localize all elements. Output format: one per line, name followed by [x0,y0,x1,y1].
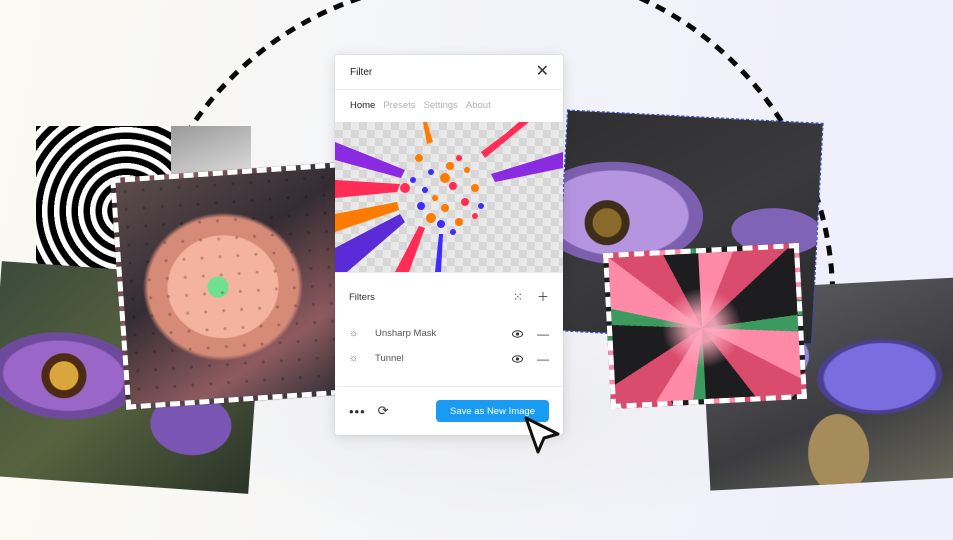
filter-row-actions: — [512,328,549,340]
panel-title: Filter [350,66,373,78]
tab-about[interactable]: About [466,100,491,111]
filter-name: Tunnel [375,353,404,364]
hex-mesh-overlay [115,167,351,405]
filters-section: Filters ⁙ ＋ ☼ Unsharp Mask — ☼ Tunnel — [335,272,563,371]
hexagon-pixelate-image [110,162,356,410]
footer-left-actions: ••• ⟳ [349,403,389,419]
filter-row-tunnel[interactable]: ☼ Tunnel — [335,346,563,371]
eye-icon[interactable] [512,353,523,365]
plus-icon[interactable]: ＋ [537,291,549,303]
filter-name: Unsharp Mask [375,328,437,339]
panel-header: Filter ✕ [335,55,563,90]
preview-artwork [335,122,563,272]
grid-dots-icon[interactable]: ⁙ [513,291,523,303]
tab-home[interactable]: Home [350,100,375,111]
minus-icon[interactable]: — [537,328,549,340]
sun-icon: ☼ [349,353,359,364]
preview-canvas [335,122,563,272]
sun-icon: ☼ [349,328,359,339]
filters-title: Filters [349,291,375,303]
more-dots-icon[interactable]: ••• [349,404,366,419]
tab-presets[interactable]: Presets [383,100,415,111]
filter-panel: Filter ✕ Home Presets Settings About Fil… [335,55,563,435]
minus-icon[interactable]: — [537,353,549,365]
filter-row-actions: — [512,353,549,365]
close-icon[interactable]: ✕ [536,64,549,80]
tab-bar: Home Presets Settings About [335,90,563,120]
filters-header: Filters ⁙ ＋ [335,273,563,321]
filters-header-actions: ⁙ ＋ [513,291,549,303]
tab-settings[interactable]: Settings [424,100,458,111]
cursor-arrow-icon [524,416,560,454]
eye-icon[interactable] [512,328,523,340]
filter-row-unsharp-mask[interactable]: ☼ Unsharp Mask — [335,321,563,346]
refresh-icon[interactable]: ⟳ [378,403,389,419]
swirl-image [603,242,807,410]
